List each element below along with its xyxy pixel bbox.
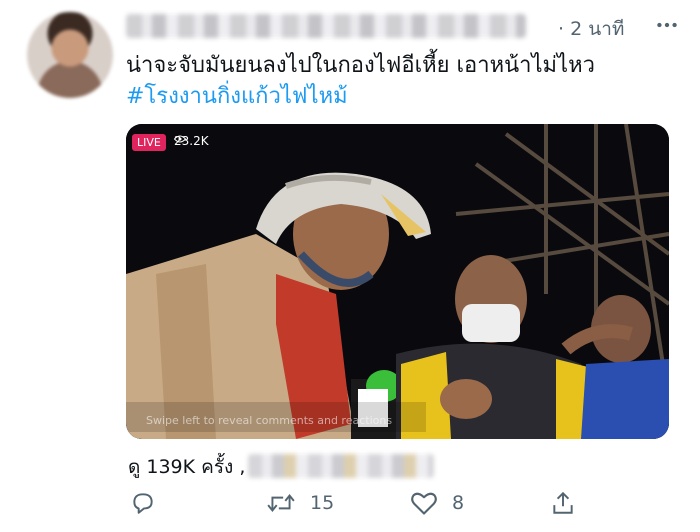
tweet-header: · 2 นาที (126, 12, 680, 40)
retweet-count: 15 (310, 492, 335, 514)
heart-icon (411, 492, 437, 515)
reply-button[interactable] (130, 490, 156, 516)
tweet-actions: 15 8 (126, 490, 686, 526)
retweet-icon (267, 493, 295, 513)
video-frame (126, 124, 669, 439)
blurred-timestamp (248, 454, 434, 478)
hashtag-link[interactable]: #โรงงานกิ่งแก้วไฟไหม้ (126, 81, 666, 112)
retweet-button[interactable]: 15 (266, 490, 334, 516)
like-count: 8 (452, 492, 465, 514)
avatar[interactable] (27, 12, 113, 98)
reply-icon (133, 493, 153, 514)
tweet-text: น่าจะจับมันยนลงไปในกองไฟอีเหี้ย เอาหน้าไ… (126, 50, 666, 112)
eye-icon (174, 135, 186, 143)
view-count-text: ดู 139K ครั้ง , (128, 456, 246, 478)
tweet-text-line: น่าจะจับมันยนลงไปในกองไฟอีเหี้ย เอาหน้าไ… (126, 53, 595, 78)
share-icon (553, 491, 573, 514)
tweet-time[interactable]: · 2 นาที (558, 14, 624, 44)
ellipsis-icon[interactable] (654, 12, 680, 38)
live-badge: LIVE (132, 134, 166, 151)
viewer-count: 23.2K (174, 134, 209, 148)
like-button[interactable]: 8 (410, 490, 464, 516)
view-count: ดู 139K ครั้ง , (128, 452, 245, 482)
blurred-username[interactable] (126, 14, 526, 38)
video-media[interactable]: LIVE 23.2K Swipe left to reveal comments… (126, 124, 669, 439)
share-button[interactable] (550, 490, 576, 516)
video-caption-overlay: Swipe left to reveal comments and reacti… (146, 414, 393, 427)
